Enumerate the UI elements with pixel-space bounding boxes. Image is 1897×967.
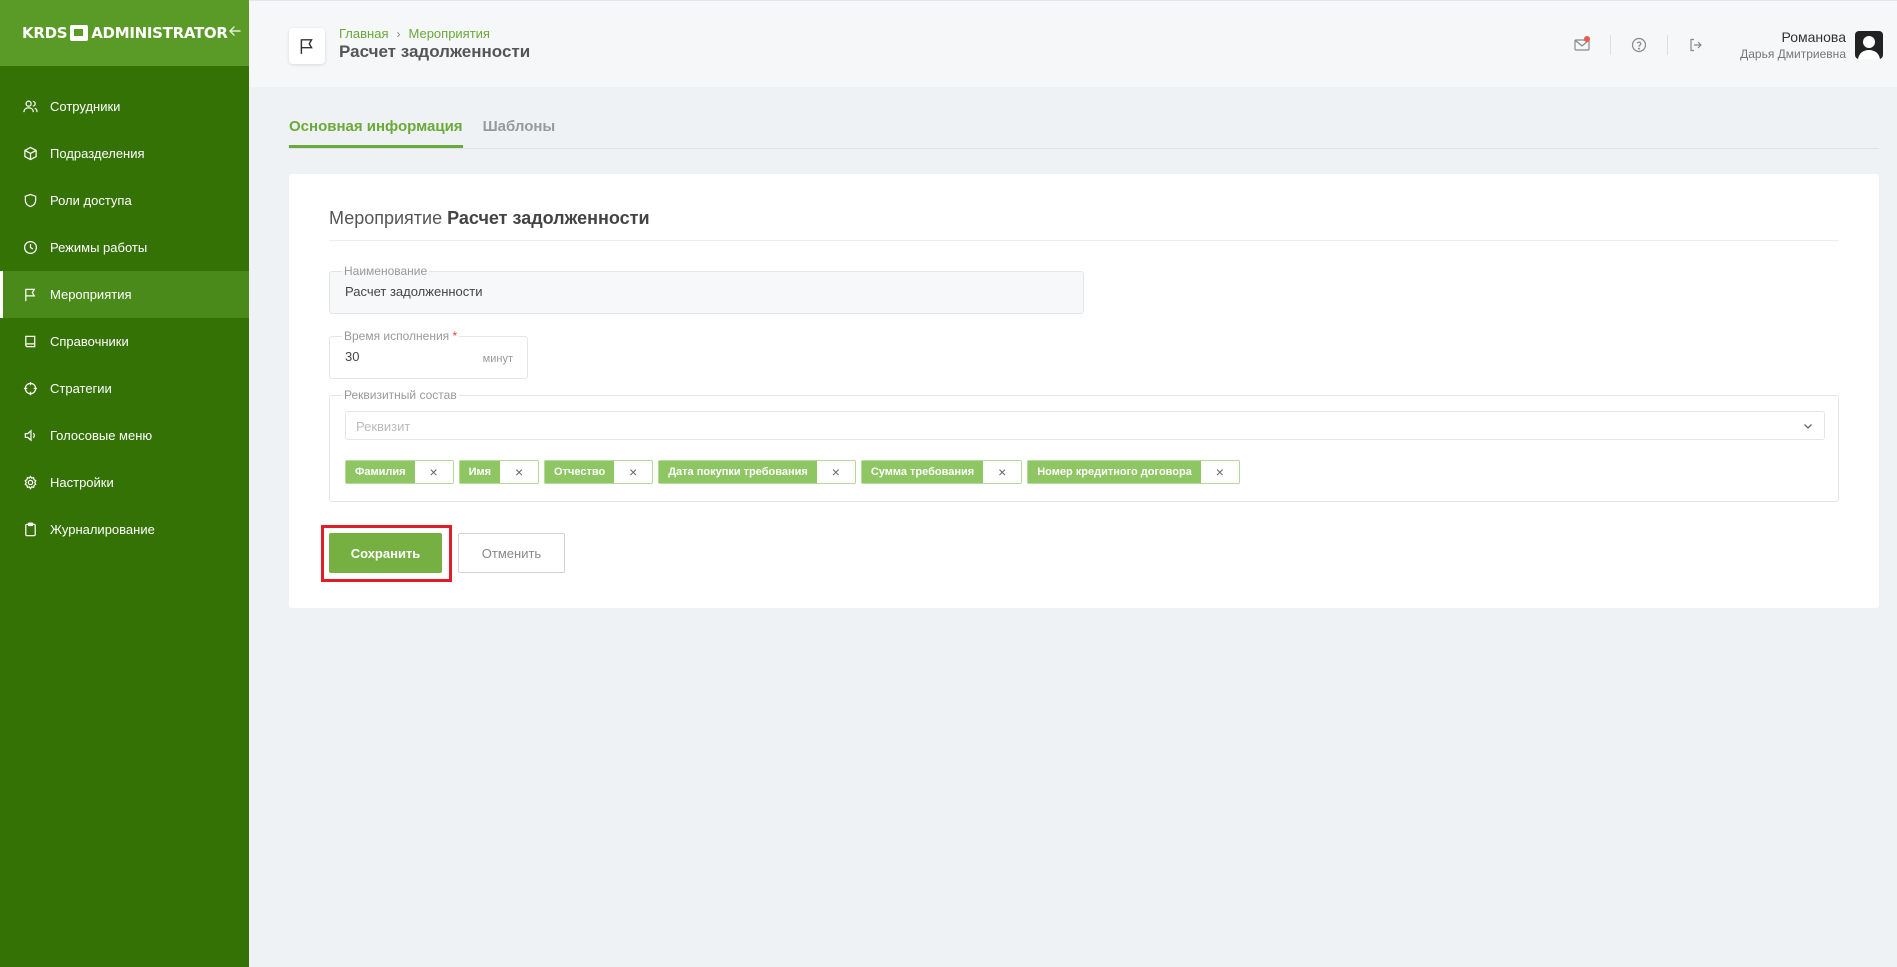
topbar: Главная › Мероприятия Расчет задолженнос… [249,0,1897,87]
chip-label: Дата покупки требования [659,461,817,483]
page-title: Расчет задолженности [339,42,531,61]
requisite-select-placeholder: Реквизит [356,419,411,434]
sidebar-item-access-roles[interactable]: Роли доступа [0,177,249,224]
chip-label: Сумма требования [861,461,984,483]
flag-icon [22,287,38,303]
execution-time-label: Время исполнения * [342,329,460,343]
breadcrumb: Главная › Мероприятия [339,26,490,41]
gear-icon [22,475,38,491]
chip: Номер кредитного договора × [1027,460,1240,484]
clock-icon [22,240,38,256]
tab-templates[interactable]: Шаблоны [483,118,556,148]
page-flag-icon [289,28,325,64]
speaker-icon [22,428,38,444]
help-icon[interactable] [1611,37,1667,53]
chip: Имя × [458,460,540,484]
name-field-label: Наименование [342,264,430,278]
remove-chip-icon[interactable]: × [983,461,1021,483]
sidebar-item-events[interactable]: Мероприятия [0,271,249,318]
breadcrumb-events[interactable]: Мероприятия [408,26,490,41]
sidebar-item-work-modes[interactable]: Режимы работы [0,224,249,271]
sidebar-item-settings[interactable]: Настройки [0,459,249,506]
tab-main-info[interactable]: Основная информация [289,118,463,148]
header-actions: Романова Дарья Дмитриевна [1554,29,1897,61]
divider [329,240,1839,241]
sidebar-item-strategies[interactable]: Стратегии [0,365,249,412]
remove-chip-icon[interactable]: × [415,461,453,483]
user-last-name: Романова [1781,29,1846,45]
chip-label: Номер кредитного договора [1028,461,1201,483]
remove-chip-icon[interactable]: × [817,461,855,483]
save-button[interactable]: Сохранить [329,533,442,573]
sidebar-item-employees[interactable]: Сотрудники [0,83,249,130]
user-profile[interactable]: Романова Дарья Дмитриевна [1740,29,1883,61]
avatar[interactable] [1855,31,1883,59]
execution-time-field[interactable]: Время исполнения * 30 минут [329,329,528,379]
event-form-card: Мероприятие Расчет задолженности Наимено… [289,174,1879,608]
required-marker: * [452,329,458,343]
chip: Сумма требования × [860,460,1023,484]
cube-icon [22,146,38,162]
requisites-label: Реквизитный состав [342,388,459,402]
remove-chip-icon[interactable]: × [1201,461,1239,483]
logo-icon [70,25,89,41]
execution-time-value: 30 [345,349,360,364]
sidebar-header: KRDS ADMINISTRATOR [0,0,249,66]
requisite-select[interactable]: Реквизит [345,411,1825,440]
requisites-group: Реквизитный состав Реквизит Фамилия × Имя… [329,388,1839,502]
chip-label: Фамилия [346,461,415,483]
book-icon [22,334,38,350]
user-first-names: Дарья Дмитриевна [1740,47,1846,61]
users-icon [22,99,38,115]
sidebar-item-voice-menus[interactable]: Голосовые меню [0,412,249,459]
name-field-value: Расчет задолженности [345,284,483,299]
remove-chip-icon[interactable]: × [500,461,538,483]
sidebar-nav: Сотрудники Подразделения Роли доступа Ре… [0,83,249,553]
execution-time-unit: минут [482,353,513,365]
mail-icon[interactable] [1554,36,1610,52]
form-title: Мероприятие Расчет задолженности [329,208,650,228]
name-field[interactable]: Наименование Расчет задолженности [329,264,1084,314]
cancel-button[interactable]: Отменить [458,533,565,573]
sidebar-item-directories[interactable]: Справочники [0,318,249,365]
chip: Отчество × [544,460,654,484]
sidebar: KRDS ADMINISTRATOR Сотрудники Подразделе… [0,0,249,967]
sidebar-item-logging[interactable]: Журналирование [0,506,249,553]
chip: Дата покупки требования × [658,460,856,484]
target-icon [22,381,38,397]
chevron-down-icon [1802,419,1814,435]
chip-label: Отчество [545,461,615,483]
breadcrumb-separator-icon: › [396,26,401,41]
collapse-sidebar-icon[interactable] [228,24,242,43]
tabs: Основная информация Шаблоны [289,118,1879,149]
chip-label: Имя [459,461,501,483]
breadcrumb-home[interactable]: Главная [339,26,388,41]
logo: KRDS ADMINISTRATOR [22,24,228,42]
remove-chip-icon[interactable]: × [614,461,652,483]
clipboard-icon [22,522,38,538]
requisite-chips: Фамилия × Имя × Отчество × Дата покупки тре… [345,460,1240,484]
shield-icon [22,193,38,209]
sidebar-item-departments[interactable]: Подразделения [0,130,249,177]
chip: Фамилия × [345,460,454,484]
logout-icon[interactable] [1668,37,1724,53]
